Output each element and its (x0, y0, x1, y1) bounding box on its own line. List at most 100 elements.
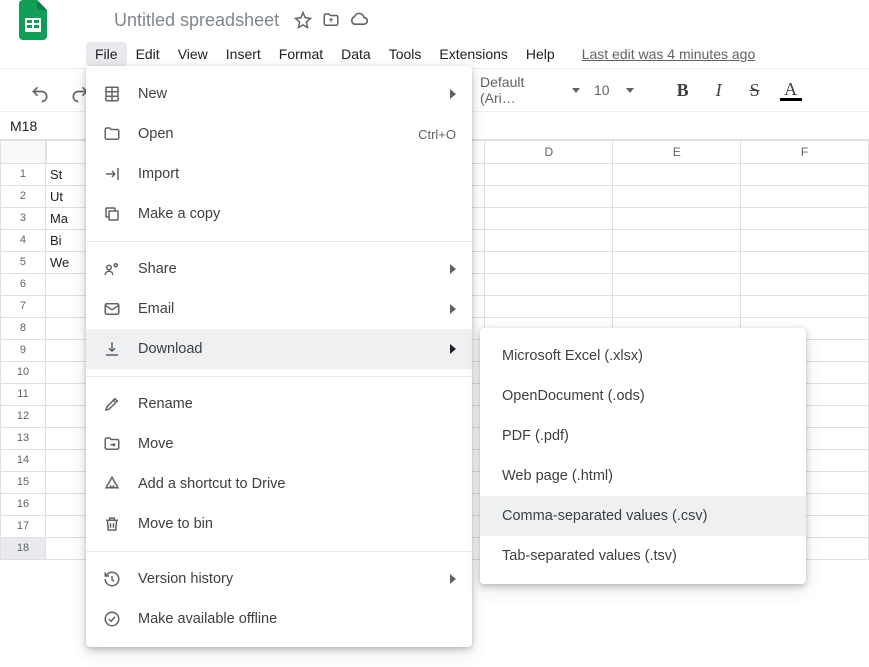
cell[interactable] (485, 274, 613, 296)
file-available-offline[interactable]: Make available offline (86, 599, 472, 639)
cell[interactable] (613, 208, 741, 230)
new-sheet-icon (102, 84, 122, 104)
row-header[interactable]: 1 (0, 164, 46, 186)
font-size-label: 10 (594, 82, 610, 98)
row-header[interactable]: 16 (0, 494, 46, 516)
submenu-arrow-icon (450, 304, 456, 314)
row-header[interactable]: 2 (0, 186, 46, 208)
row-header[interactable]: 12 (0, 406, 46, 428)
menu-help[interactable]: Help (517, 42, 564, 66)
cell[interactable] (613, 274, 741, 296)
cell[interactable] (485, 230, 613, 252)
move-folder-icon[interactable] (321, 10, 341, 30)
cell[interactable] (613, 164, 741, 186)
menu-tools[interactable]: Tools (380, 42, 431, 66)
italic-button[interactable]: I (708, 79, 730, 101)
download-pdf[interactable]: PDF (.pdf) (480, 416, 806, 456)
bold-button[interactable]: B (672, 79, 694, 101)
document-title[interactable]: Untitled spreadsheet (108, 8, 285, 33)
download-ods[interactable]: OpenDocument (.ods) (480, 376, 806, 416)
row-header[interactable]: 6 (0, 274, 46, 296)
download-tsv[interactable]: Tab-separated values (.tsv) (480, 536, 806, 576)
undo-icon[interactable] (30, 84, 50, 104)
cell[interactable] (741, 164, 869, 186)
cell[interactable] (613, 186, 741, 208)
offline-icon (102, 609, 122, 629)
move-icon (102, 434, 122, 454)
row-header[interactable]: 18 (0, 538, 46, 560)
file-email[interactable]: Email (86, 289, 472, 329)
cell[interactable] (613, 230, 741, 252)
row-header[interactable]: 4 (0, 230, 46, 252)
submenu-arrow-icon (450, 264, 456, 274)
download-html[interactable]: Web page (.html) (480, 456, 806, 496)
cell[interactable] (741, 186, 869, 208)
last-edit-link[interactable]: Last edit was 4 minutes ago (582, 46, 756, 62)
row-header[interactable]: 11 (0, 384, 46, 406)
text-color-button[interactable]: A (780, 79, 802, 101)
name-box[interactable]: M18 (0, 118, 56, 134)
star-icon[interactable] (293, 10, 313, 30)
file-download[interactable]: Download (86, 329, 472, 369)
font-size-select[interactable]: 10 (594, 82, 634, 98)
cell[interactable] (613, 296, 741, 318)
cell[interactable] (741, 274, 869, 296)
font-family-label: Default (Ari… (480, 74, 562, 106)
file-move[interactable]: Move (86, 424, 472, 464)
menu-edit[interactable]: Edit (127, 42, 169, 66)
row-header[interactable]: 9 (0, 340, 46, 362)
strikethrough-button[interactable]: S (744, 79, 766, 101)
menu-separator (86, 376, 472, 377)
file-import[interactable]: Import (86, 154, 472, 194)
download-csv[interactable]: Comma-separated values (.csv) (480, 496, 806, 536)
cell[interactable] (613, 252, 741, 274)
cell[interactable] (485, 208, 613, 230)
share-icon (102, 259, 122, 279)
font-family-select[interactable]: Default (Ari… (480, 74, 580, 106)
sheets-logo[interactable] (16, 2, 52, 38)
download-xlsx[interactable]: Microsoft Excel (.xlsx) (480, 336, 806, 376)
cell[interactable] (741, 230, 869, 252)
row-header[interactable]: 13 (0, 428, 46, 450)
row-header[interactable]: 7 (0, 296, 46, 318)
cell[interactable] (741, 252, 869, 274)
file-menu-popup: New Open Ctrl+O Import Make a copy Share… (86, 66, 472, 647)
row-header[interactable]: 15 (0, 472, 46, 494)
row-header[interactable]: 3 (0, 208, 46, 230)
cell[interactable] (485, 296, 613, 318)
file-make-copy[interactable]: Make a copy (86, 194, 472, 234)
chevron-down-icon (572, 88, 580, 93)
cell[interactable] (741, 208, 869, 230)
file-open[interactable]: Open Ctrl+O (86, 114, 472, 154)
menu-extensions[interactable]: Extensions (430, 42, 516, 66)
row-header[interactable]: 5 (0, 252, 46, 274)
file-share[interactable]: Share (86, 249, 472, 289)
cell[interactable] (485, 252, 613, 274)
file-version-history[interactable]: Version history (86, 559, 472, 599)
menu-view[interactable]: View (169, 42, 217, 66)
download-icon (102, 339, 122, 359)
menu-insert[interactable]: Insert (217, 42, 270, 66)
cell[interactable] (741, 296, 869, 318)
column-header-e[interactable]: E (613, 140, 741, 164)
cell[interactable] (485, 186, 613, 208)
row-header[interactable]: 17 (0, 516, 46, 538)
column-header-d[interactable]: D (485, 140, 613, 164)
trash-icon (102, 514, 122, 534)
select-all-corner[interactable] (0, 140, 46, 164)
rename-icon (102, 394, 122, 414)
row-header[interactable]: 8 (0, 318, 46, 340)
menu-file[interactable]: File (86, 42, 127, 66)
row-header[interactable]: 10 (0, 362, 46, 384)
cell[interactable] (485, 164, 613, 186)
cloud-status-icon[interactable] (349, 10, 369, 30)
menu-format[interactable]: Format (270, 42, 332, 66)
row-header[interactable]: 14 (0, 450, 46, 472)
column-header-f[interactable]: F (741, 140, 869, 164)
shortcut-label: Ctrl+O (418, 127, 456, 142)
file-add-shortcut[interactable]: Add a shortcut to Drive (86, 464, 472, 504)
file-rename[interactable]: Rename (86, 384, 472, 424)
file-move-to-bin[interactable]: Move to bin (86, 504, 472, 544)
file-new[interactable]: New (86, 74, 472, 114)
menu-data[interactable]: Data (332, 42, 380, 66)
